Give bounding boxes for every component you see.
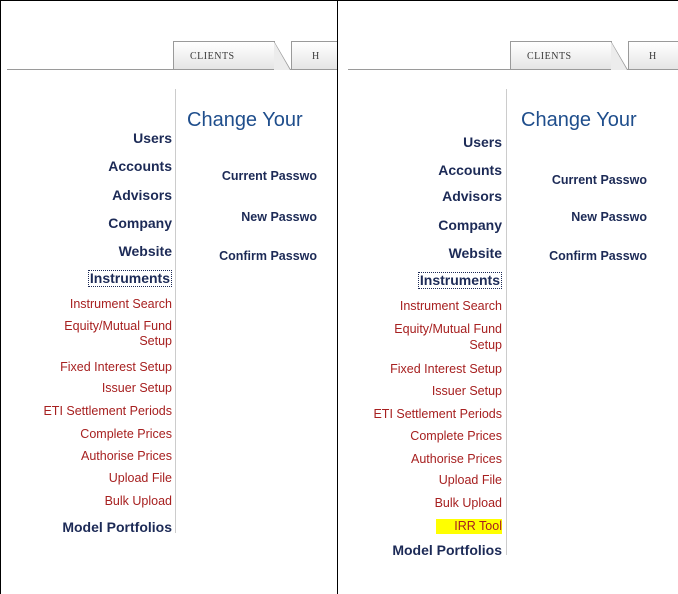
tab-clients-label: CLIENTS (190, 51, 235, 62)
nav-eti-settlement-periods[interactable]: ETI Settlement Periods (43, 404, 172, 419)
nav-users[interactable]: Users (133, 130, 172, 146)
nav-company[interactable]: Company (438, 217, 502, 233)
tab-clients[interactable]: CLIENTS (510, 41, 628, 70)
nav-accounts[interactable]: Accounts (108, 158, 172, 174)
screenshot-before-panel: CLIENTS H Users Accounts Advisors Compan… (0, 0, 338, 594)
nav-instruments[interactable]: Instruments (87, 270, 172, 287)
nav-upload-file[interactable]: Upload File (109, 471, 172, 486)
nav-bulk-upload[interactable]: Bulk Upload (105, 494, 172, 509)
nav-model-portfolios[interactable]: Model Portfolios (392, 542, 502, 558)
nav-eti-settlement-periods[interactable]: ETI Settlement Periods (373, 407, 502, 422)
nav-users[interactable]: Users (463, 134, 502, 150)
current-password-label: Current Passwo (221, 169, 317, 183)
nav-instruments[interactable]: Instruments (417, 272, 502, 289)
nav-equity-mutual-fund-line1[interactable]: Equity/Mutual Fund (64, 319, 172, 334)
sidebar-divider (506, 89, 507, 555)
current-password-label: Current Passwo (551, 173, 647, 187)
nav-complete-prices[interactable]: Complete Prices (80, 427, 172, 442)
nav-fixed-interest-setup[interactable]: Fixed Interest Setup (390, 362, 502, 377)
sidebar-nav: Users Accounts Advisors Company Website … (1, 89, 176, 535)
nav-complete-prices[interactable]: Complete Prices (410, 429, 502, 444)
screenshot-after-panel: CLIENTS H Users Accounts Advisors Compan… (338, 0, 678, 594)
page-title: Change Your (187, 109, 303, 131)
nav-model-portfolios[interactable]: Model Portfolios (62, 519, 172, 535)
tab-next[interactable]: H (291, 41, 337, 70)
nav-instrument-search[interactable]: Instrument Search (70, 297, 172, 312)
nav-equity-mutual-fund-line2[interactable]: Setup (469, 338, 502, 353)
confirm-password-label: Confirm Passwo (219, 249, 317, 263)
new-password-label: New Passwo (241, 210, 317, 224)
nav-accounts[interactable]: Accounts (438, 162, 502, 178)
nav-issuer-setup[interactable]: Issuer Setup (102, 381, 172, 396)
nav-upload-file[interactable]: Upload File (439, 473, 502, 488)
confirm-password-label: Confirm Passwo (549, 249, 647, 263)
nav-company[interactable]: Company (108, 215, 172, 231)
nav-bulk-upload[interactable]: Bulk Upload (435, 496, 502, 511)
nav-issuer-setup[interactable]: Issuer Setup (432, 384, 502, 399)
nav-authorise-prices[interactable]: Authorise Prices (411, 452, 502, 467)
main-content: Change Your Current Passwo New Passwo Co… (521, 109, 671, 263)
sidebar-nav: Users Accounts Advisors Company Website … (338, 89, 506, 558)
nav-instrument-search[interactable]: Instrument Search (400, 299, 502, 314)
tab-bar: CLIENTS H (338, 41, 678, 71)
tab-clients-label: CLIENTS (527, 51, 572, 62)
bottom-fade (1, 534, 337, 594)
tab-next-label: H (312, 51, 320, 62)
tab-underline (348, 69, 678, 70)
nav-advisors[interactable]: Advisors (442, 188, 502, 204)
page-title: Change Your (521, 109, 637, 131)
bottom-fade (338, 557, 678, 594)
tab-next[interactable]: H (628, 41, 678, 70)
tab-clients[interactable]: CLIENTS (173, 41, 291, 70)
nav-equity-mutual-fund-line1[interactable]: Equity/Mutual Fund (394, 322, 502, 337)
nav-authorise-prices[interactable]: Authorise Prices (81, 449, 172, 464)
nav-website[interactable]: Website (119, 243, 172, 259)
tab-next-label: H (649, 51, 657, 62)
new-password-label: New Passwo (571, 210, 647, 224)
nav-fixed-interest-setup[interactable]: Fixed Interest Setup (60, 360, 172, 375)
nav-advisors[interactable]: Advisors (112, 187, 172, 203)
main-content: Change Your Current Passwo New Passwo Co… (187, 109, 335, 263)
nav-website[interactable]: Website (449, 245, 502, 261)
nav-equity-mutual-fund-line2[interactable]: Setup (139, 334, 172, 349)
tab-bar: CLIENTS H (1, 41, 337, 71)
nav-irr-tool[interactable]: IRR Tool (436, 519, 502, 534)
